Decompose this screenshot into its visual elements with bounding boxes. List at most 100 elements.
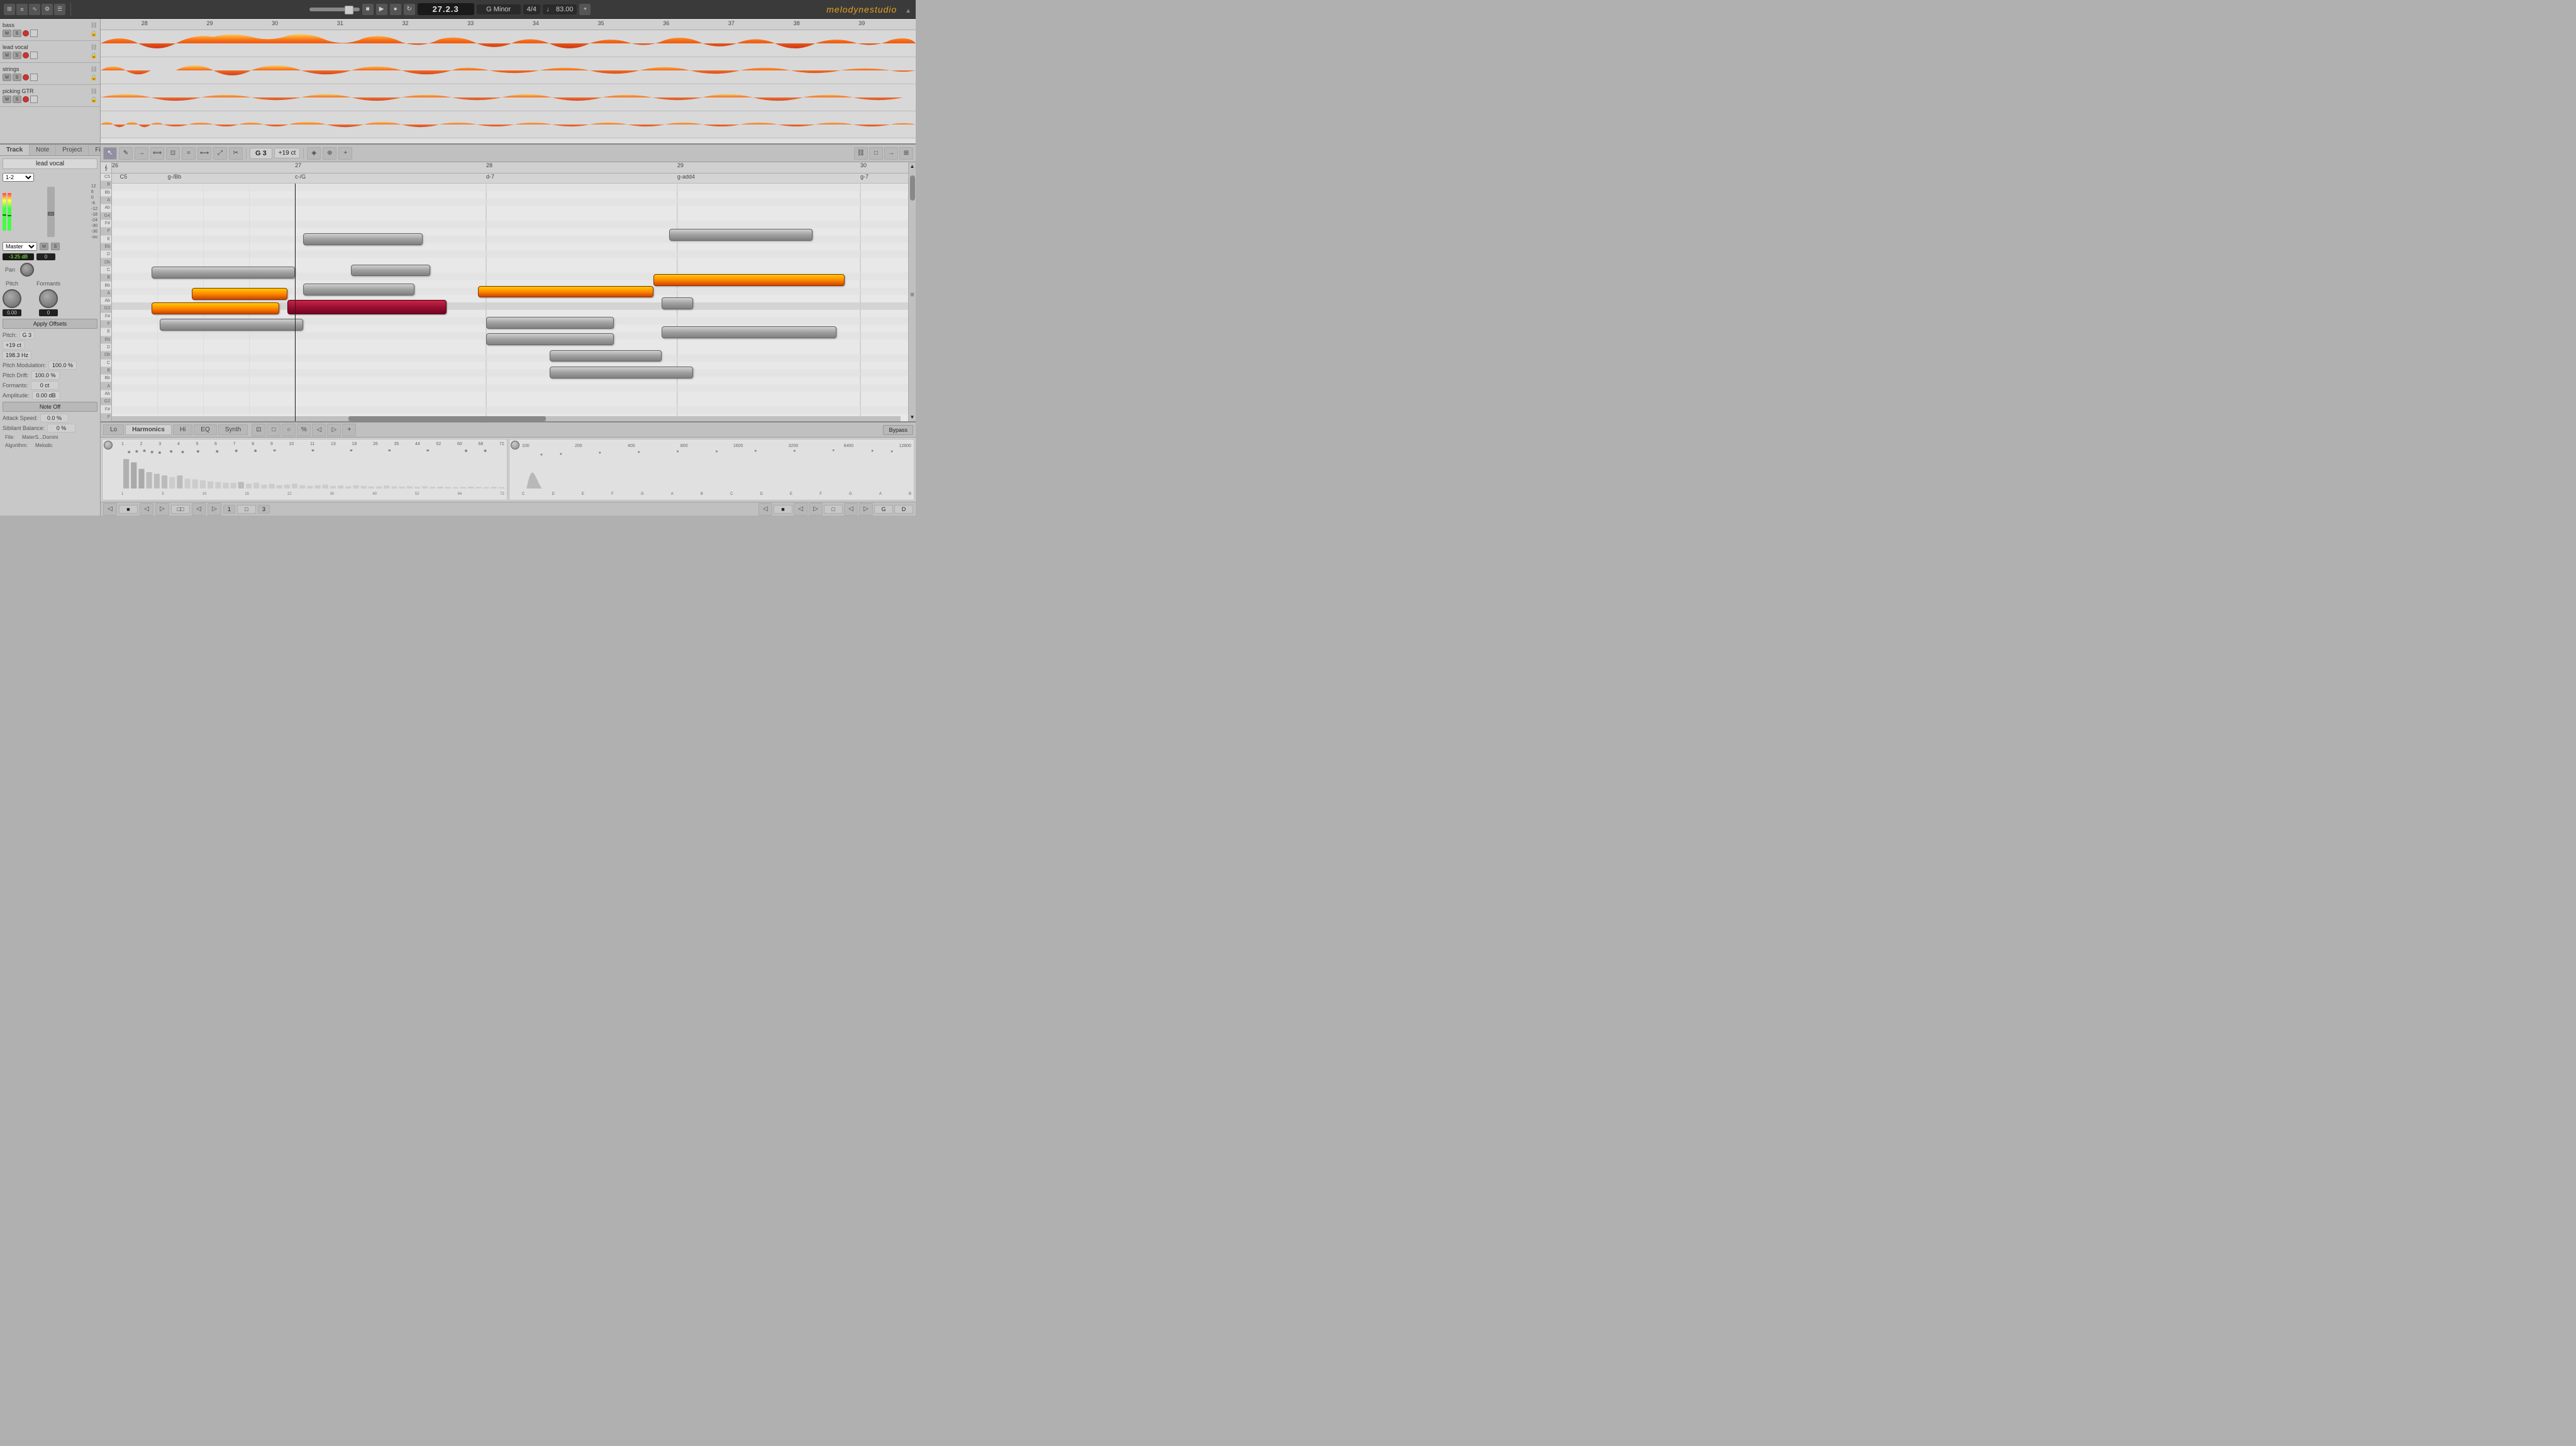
loop-button[interactable]: ↻ bbox=[404, 4, 415, 15]
note-blob-2[interactable] bbox=[152, 267, 295, 279]
mute-button-lead-vocal[interactable]: M bbox=[3, 52, 11, 59]
tab-synth[interactable]: Synth bbox=[218, 424, 248, 435]
bottom-left-btn-3[interactable]: ▷ bbox=[155, 503, 169, 516]
note-blob-colored-2[interactable] bbox=[478, 286, 653, 298]
tool-snap[interactable]: ⊕ bbox=[323, 147, 336, 160]
tool-grid[interactable]: ⊞ bbox=[899, 147, 913, 160]
record-btn-lead-vocal[interactable] bbox=[23, 52, 29, 58]
tab-project[interactable]: Project bbox=[56, 145, 89, 155]
scroll-down-btn[interactable]: ▼ bbox=[910, 414, 915, 420]
tool-gain[interactable]: + bbox=[338, 147, 352, 160]
solo-button-strings[interactable]: S bbox=[13, 74, 21, 81]
bottom-right-btn-3[interactable]: ▷ bbox=[809, 503, 823, 516]
menu-icon[interactable]: ☰ bbox=[54, 4, 65, 15]
tool-stretch[interactable]: ⟷ bbox=[197, 147, 211, 160]
note-blob-7[interactable] bbox=[486, 317, 614, 329]
bottom-icon-5[interactable]: ◁ bbox=[312, 424, 326, 436]
note-blob-colored-1[interactable] bbox=[152, 302, 279, 314]
formants-info-value[interactable]: 0 ct bbox=[31, 381, 59, 390]
pitch-drift-value[interactable]: 100.0 % bbox=[31, 371, 60, 380]
tempo-value[interactable]: 83.00 bbox=[556, 6, 574, 13]
tab-file[interactable]: File bbox=[89, 145, 100, 155]
bottom-icon-3[interactable]: ○ bbox=[282, 424, 296, 436]
tab-harmonics[interactable]: Harmonics bbox=[125, 424, 172, 435]
waveform-icon[interactable]: ∿ bbox=[29, 4, 40, 15]
tab-note[interactable]: Note bbox=[30, 145, 56, 155]
tab-hi[interactable]: Hi bbox=[173, 424, 192, 435]
tool-quantize[interactable]: ≈ bbox=[182, 147, 196, 160]
key-display[interactable]: G Minor bbox=[477, 4, 521, 14]
solo-button-bass[interactable]: S bbox=[13, 30, 21, 37]
settings-icon[interactable]: ⚙ bbox=[42, 4, 53, 15]
note-blob-9[interactable] bbox=[550, 350, 661, 362]
panel-knob-right[interactable] bbox=[511, 441, 519, 450]
note-blob-6[interactable] bbox=[669, 229, 813, 241]
bottom-right-btn-5[interactable]: ▷ bbox=[859, 503, 873, 516]
note-blob-8[interactable] bbox=[486, 333, 614, 345]
pan-knob[interactable] bbox=[20, 263, 34, 277]
bottom-left-btn-2[interactable]: ◁ bbox=[140, 503, 153, 516]
bottom-right-btn-2[interactable]: ◁ bbox=[794, 503, 808, 516]
tool-arrow-r[interactable]: → bbox=[884, 147, 898, 160]
pitch-knob[interactable] bbox=[3, 289, 21, 308]
attack-speed-value[interactable]: 0.0 % bbox=[40, 414, 69, 422]
tool-arrow[interactable]: → bbox=[135, 147, 148, 160]
bottom-icon-6[interactable]: ▷ bbox=[327, 424, 341, 436]
note-scrollbar-thumb[interactable] bbox=[348, 416, 546, 421]
bottom-icon-2[interactable]: □ bbox=[267, 424, 280, 436]
list-icon[interactable]: ≡ bbox=[16, 4, 28, 15]
mute-button-strings[interactable]: M bbox=[3, 74, 11, 81]
channel-select[interactable]: 1-2 bbox=[3, 173, 34, 182]
bottom-icon-4[interactable]: % bbox=[297, 424, 311, 436]
tool-split[interactable]: ✂ bbox=[229, 147, 243, 160]
tool-pitch-draw[interactable]: ✎ bbox=[119, 147, 133, 160]
volume-fader[interactable] bbox=[47, 187, 55, 237]
bypass-button[interactable]: Bypass bbox=[883, 425, 913, 435]
record-btn-picking-gtr[interactable] bbox=[23, 96, 29, 102]
bottom-left-btn-1[interactable]: ◁ bbox=[103, 503, 117, 516]
zoom-icon[interactable]: ⌖ bbox=[579, 4, 591, 15]
play-button[interactable]: ▶ bbox=[376, 4, 387, 15]
master-mute-btn[interactable]: M bbox=[40, 243, 48, 250]
tool-select[interactable]: ↖ bbox=[103, 147, 117, 160]
bottom-right-btn-1[interactable]: ◁ bbox=[758, 503, 772, 516]
apply-offsets-button[interactable]: Apply Offsets bbox=[3, 319, 97, 329]
note-blob-colored-3[interactable] bbox=[653, 274, 845, 286]
bottom-right-btn-4[interactable]: ◁ bbox=[844, 503, 858, 516]
mute-button-bass[interactable]: M bbox=[3, 30, 11, 37]
record-button[interactable]: ● bbox=[390, 4, 401, 15]
note-blob-11[interactable] bbox=[550, 367, 693, 378]
master-solo-btn[interactable]: S bbox=[51, 243, 60, 250]
note-blob-3[interactable] bbox=[351, 265, 431, 277]
bottom-number-1[interactable]: 1 bbox=[223, 505, 235, 514]
tab-track[interactable]: Track bbox=[0, 145, 30, 155]
note-off-button[interactable]: Note Off bbox=[3, 402, 97, 412]
transport-slider[interactable] bbox=[309, 8, 360, 11]
tab-eq[interactable]: EQ bbox=[194, 424, 216, 435]
tool-link[interactable]: ⛓ bbox=[854, 147, 868, 160]
note-blob-selected[interactable] bbox=[287, 300, 447, 314]
note-blob-13[interactable] bbox=[662, 297, 694, 309]
tab-lo[interactable]: Lo bbox=[103, 424, 124, 435]
amplitude-value[interactable]: 0.00 dB bbox=[32, 391, 60, 400]
pitch-mod-value[interactable]: 100.0 % bbox=[48, 361, 77, 370]
note-blob-4[interactable] bbox=[192, 288, 287, 300]
grid-icon[interactable]: ⊞ bbox=[4, 4, 15, 15]
note-blob-5[interactable] bbox=[303, 284, 414, 295]
note-editor[interactable]: 26 27 28 29 30 C5 g-/Bb c-/G d-7 g-add4 … bbox=[112, 162, 908, 421]
note-editor-right-scrollbar[interactable]: ▲ ▼ ⊞ bbox=[908, 162, 916, 421]
tool-move[interactable]: ⤢ bbox=[213, 147, 227, 160]
bottom-icon-1[interactable]: ⊡ bbox=[252, 424, 265, 436]
master-select[interactable]: Master bbox=[3, 242, 37, 251]
scroll-up-btn[interactable]: ▲ bbox=[910, 163, 915, 169]
time-signature[interactable]: 4/4 bbox=[523, 4, 540, 14]
scroll-thumb[interactable] bbox=[910, 175, 915, 201]
bottom-left-btn-4[interactable]: ◁ bbox=[192, 503, 206, 516]
tool-pitch-center[interactable]: ◈ bbox=[307, 147, 321, 160]
bottom-icon-7[interactable]: + bbox=[342, 424, 356, 436]
panel-knob-left[interactable] bbox=[104, 441, 113, 450]
bottom-number-2[interactable]: 3 bbox=[258, 505, 270, 514]
tool-time[interactable]: ⟺ bbox=[150, 147, 164, 160]
solo-button-lead-vocal[interactable]: S bbox=[13, 52, 21, 59]
collapse-icon[interactable]: ▲ bbox=[905, 8, 912, 14]
